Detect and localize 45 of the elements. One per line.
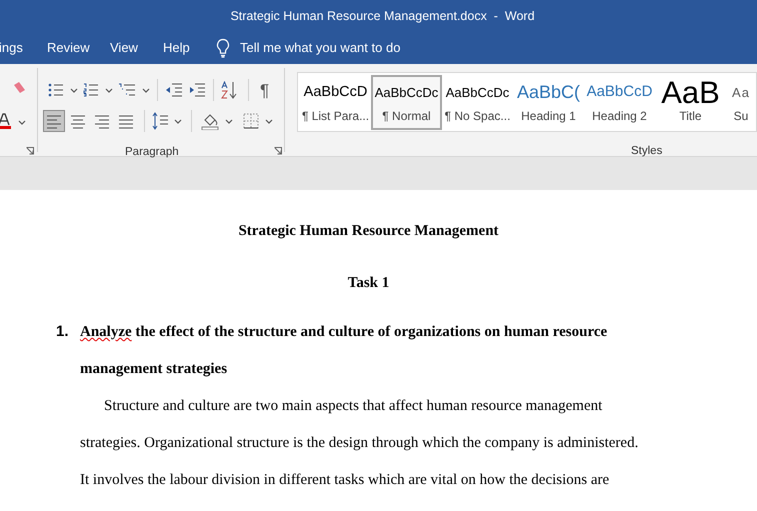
caret-icon[interactable] [105,88,113,92]
ribbon-tab[interactable]: ings [0,32,47,64]
line-spacing-icon[interactable] [152,112,168,130]
ribbon-tab[interactable]: Help [163,32,215,64]
borders-icon[interactable] [243,113,259,129]
caret-icon[interactable] [174,118,182,124]
bullet-list-icon[interactable] [48,83,64,97]
caret-icon[interactable] [18,120,26,125]
multilevel-list-icon[interactable] [118,83,136,97]
decrease-indent-icon[interactable] [165,83,183,97]
increase-indent-icon[interactable] [188,83,206,97]
style-item[interactable]: AaB Title [655,74,726,130]
caret-icon[interactable] [265,118,273,124]
group-label: Paragraph [125,145,179,160]
paragraph-line: It involves the labour division in different tasks which are vital on how the decisions are [80,471,610,489]
style-item[interactable]: AaBbCcDc ¶ Normal [371,74,442,130]
style-item[interactable]: Aa Su [726,74,756,130]
lightbulb-icon [215,38,231,58]
tell-me-field[interactable]: Tell me what you want to do [240,38,420,58]
section-heading: Task 1 [348,274,390,293]
document-title: Strategic Human Resource Management [238,222,499,241]
paragraph-line: Structure and culture are two main aspects that affect human resource management [103,397,604,415]
align-left-button[interactable] [43,110,65,132]
font-color-icon[interactable] [0,113,11,129]
style-item[interactable]: AaBbCcD Heading 2 [584,74,655,130]
window-title: Strategic Human Resource Management.docx - Word [230,8,535,25]
sort-icon[interactable] [221,81,239,99]
list-heading-line: Analyze the effect of the structure and culture of organizations on human resource [80,323,608,341]
dialog-launcher-icon[interactable] [274,147,282,155]
shading-bucket-icon[interactable] [201,112,219,130]
style-item[interactable]: AaBbC( Heading 1 [513,74,584,130]
dialog-launcher-icon[interactable] [26,147,34,155]
numbered-list-icon[interactable] [83,83,99,97]
style-item[interactable]: AaBbCcDc ¶ No Spac... [442,74,513,130]
caret-icon[interactable] [225,118,233,124]
list-heading-line: management strategies [80,360,228,378]
ribbon-tab[interactable]: View [110,32,163,64]
caret-icon[interactable] [142,88,150,92]
show-marks-button[interactable]: ¶ [258,82,272,98]
ribbon-tab[interactable]: Review [47,32,110,64]
caret-icon[interactable] [70,88,78,92]
style-item[interactable]: AaBbCcD ¶ List Para... [300,74,371,130]
paragraph-line: strategies. Organizational structure is the design through which the company is administered. [80,434,640,452]
group-label: Styles [631,144,662,159]
list-number: 1. [55,322,70,341]
